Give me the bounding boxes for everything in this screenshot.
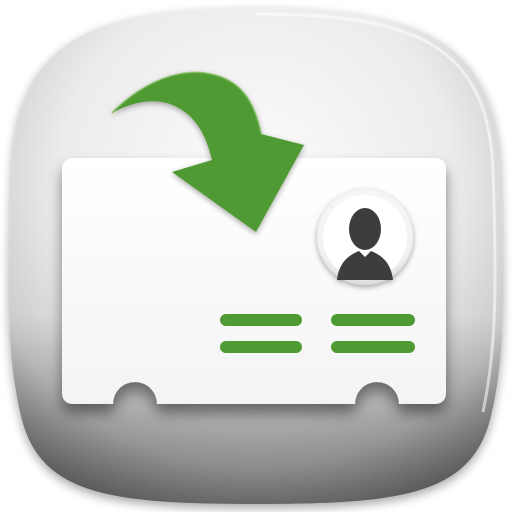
info-line xyxy=(220,341,302,353)
info-line xyxy=(331,341,415,353)
app-icon xyxy=(0,0,512,512)
info-line xyxy=(331,314,415,326)
info-line xyxy=(220,314,302,326)
avatar xyxy=(317,189,413,285)
contact-card-import-icon xyxy=(9,8,503,504)
